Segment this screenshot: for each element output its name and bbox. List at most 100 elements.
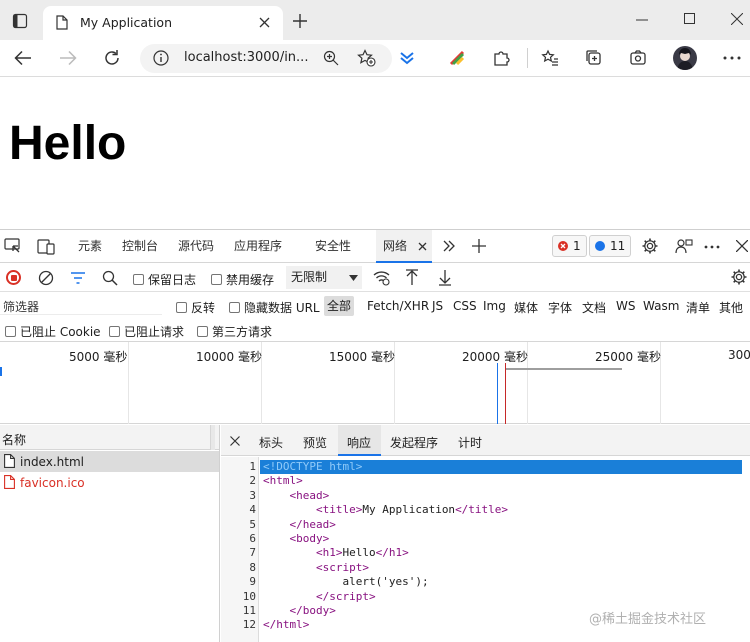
back-icon[interactable] <box>14 50 32 66</box>
more-tabs-chevron-icon[interactable] <box>443 240 455 252</box>
invert-label: 反转 <box>191 301 216 315</box>
collections-add-icon[interactable] <box>585 49 603 67</box>
type-doc[interactable]: 文档 <box>582 299 606 316</box>
add-tool-icon[interactable] <box>472 239 486 253</box>
customize-devtools-icon[interactable] <box>675 237 693 255</box>
checkbox-box[interactable] <box>133 274 144 285</box>
line-numbers: 1 2 3 4 5 6 7 8 9 10 11 12 <box>221 457 258 633</box>
site-info-icon[interactable] <box>153 50 169 66</box>
checkbox-box[interactable] <box>176 302 187 313</box>
new-tab-icon[interactable] <box>292 13 308 29</box>
add-favorite-icon[interactable] <box>357 49 376 67</box>
network-settings-gear-icon[interactable] <box>730 268 748 286</box>
address-text[interactable]: localhost:3000/in... <box>184 50 308 65</box>
line-number: 11 <box>242 604 256 618</box>
filter-icon[interactable] <box>70 272 86 284</box>
minimize-icon[interactable] <box>636 19 648 21</box>
request-row-error[interactable]: favicon.ico <box>0 472 219 493</box>
disable-cache-label: 禁用缓存 <box>226 273 275 287</box>
screenshot-icon[interactable] <box>629 49 647 67</box>
type-other[interactable]: 其他 <box>719 299 743 316</box>
type-all[interactable]: 全部 <box>324 296 355 316</box>
name-column-header[interactable]: 名称 <box>2 431 26 448</box>
import-har-icon[interactable] <box>405 269 419 286</box>
record-stop-icon[interactable] <box>6 270 21 285</box>
tab-application[interactable]: 应用程序 <box>234 230 282 263</box>
forward-icon[interactable] <box>59 50 77 66</box>
devtools-close-icon[interactable] <box>736 240 748 252</box>
type-js[interactable]: JS <box>432 299 443 313</box>
tab-actions-icon[interactable] <box>12 13 28 29</box>
type-fetch-xhr[interactable]: Fetch/XHR <box>367 299 429 313</box>
request-row-selected[interactable]: index.html <box>0 451 219 472</box>
checkbox-box[interactable] <box>109 326 120 337</box>
favorites-icon[interactable] <box>541 49 559 67</box>
response-code[interactable]: <!DOCTYPE html> <html> <head> <title>My … <box>263 460 508 633</box>
search-icon[interactable] <box>102 270 118 286</box>
hide-data-urls-checkbox[interactable]: 隐藏数据 URL <box>229 299 320 316</box>
type-ws[interactable]: WS <box>616 299 635 313</box>
line-number: 5 <box>249 517 256 531</box>
profile-avatar[interactable] <box>673 46 697 70</box>
device-toolbar-icon[interactable] <box>37 237 55 255</box>
tab-timing[interactable]: 计时 <box>458 434 482 451</box>
tab-elements[interactable]: 元素 <box>78 230 102 263</box>
browser-tab-bar: My Application <box>0 0 750 40</box>
type-media[interactable]: 媒体 <box>514 299 538 316</box>
type-font[interactable]: 字体 <box>548 299 572 316</box>
tab-network[interactable]: 网络 <box>383 230 407 263</box>
line-number: 6 <box>249 532 256 546</box>
invert-checkbox[interactable]: 反转 <box>176 299 215 316</box>
checkbox-box[interactable] <box>197 326 208 337</box>
address-bar[interactable]: localhost:3000/in... <box>140 44 392 73</box>
collections-icon[interactable] <box>398 50 416 66</box>
disable-cache-checkbox[interactable]: 禁用缓存 <box>211 271 274 288</box>
filter-input[interactable]: 筛选器 <box>0 295 162 315</box>
throttle-select[interactable]: 无限制 <box>286 266 362 289</box>
export-har-icon[interactable] <box>438 269 452 286</box>
tab-console[interactable]: 控制台 <box>122 230 158 263</box>
more-menu-icon[interactable] <box>723 56 741 60</box>
tab-response-active[interactable]: 响应 <box>338 425 381 456</box>
message-count-badge[interactable]: 11 <box>589 235 632 257</box>
error-count-badge[interactable]: 1 <box>552 235 587 257</box>
tab-headers[interactable]: 标头 <box>259 434 283 451</box>
tab-network-active[interactable]: 网络 <box>376 230 432 263</box>
type-manifest[interactable]: 清单 <box>686 299 710 316</box>
tick-label: 25000 毫秒 <box>595 350 661 364</box>
tab-network-close-icon[interactable] <box>418 242 427 251</box>
tab-preview[interactable]: 预览 <box>303 434 327 451</box>
blocked-requests-checkbox[interactable]: 已阻止请求 <box>109 323 184 340</box>
timeline-overview[interactable]: 5000 毫秒 10000 毫秒 15000 毫秒 20000 毫秒 25000… <box>0 341 750 424</box>
type-css[interactable]: CSS <box>453 299 477 313</box>
close-detail-icon[interactable] <box>230 436 240 446</box>
devtools-more-icon[interactable] <box>704 245 720 249</box>
preserve-log-checkbox[interactable]: 保留日志 <box>133 271 196 288</box>
refresh-icon[interactable] <box>103 49 121 67</box>
message-icon <box>595 241 605 251</box>
checkbox-box[interactable] <box>211 274 222 285</box>
tab-security[interactable]: 安全性 <box>315 230 351 263</box>
extension-color-icon[interactable] <box>448 49 466 67</box>
zoom-icon[interactable] <box>323 50 339 66</box>
tab-response[interactable]: 响应 <box>347 434 371 451</box>
type-img[interactable]: Img <box>483 299 506 313</box>
checkbox-box[interactable] <box>229 302 240 313</box>
maximize-icon[interactable] <box>684 13 695 24</box>
settings-gear-icon[interactable] <box>641 237 659 255</box>
checkbox-box[interactable] <box>5 326 16 337</box>
tab-initiator[interactable]: 发起程序 <box>390 434 438 451</box>
type-wasm[interactable]: Wasm <box>643 299 679 313</box>
third-party-checkbox[interactable]: 第三方请求 <box>197 323 272 340</box>
clear-icon[interactable] <box>38 270 54 286</box>
blocked-cookies-checkbox[interactable]: 已阻止 Cookie <box>5 323 101 340</box>
column-resizer[interactable] <box>210 425 215 450</box>
window-close-icon[interactable] <box>731 13 743 25</box>
extensions-puzzle-icon[interactable] <box>492 49 510 67</box>
inspect-element-icon[interactable] <box>4 238 22 254</box>
tab-close-icon[interactable] <box>259 17 270 28</box>
network-conditions-icon[interactable] <box>373 270 391 286</box>
browser-tab[interactable]: My Application <box>43 6 283 40</box>
tab-sources[interactable]: 源代码 <box>178 230 214 263</box>
tab-title: My Application <box>80 15 172 30</box>
